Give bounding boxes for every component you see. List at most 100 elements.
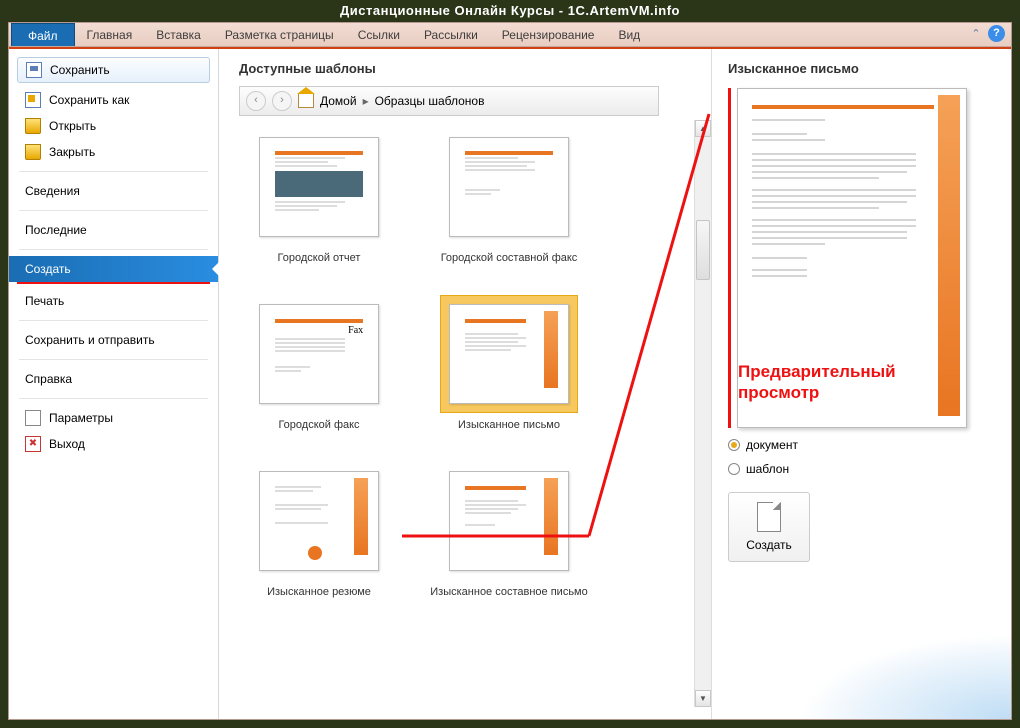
divider (19, 210, 208, 211)
tab-review[interactable]: Рецензирование (490, 23, 607, 46)
help-icon[interactable]: ? (988, 25, 1005, 42)
templates-heading: Доступные шаблоны (239, 61, 711, 76)
template-item-fax[interactable]: Fax Городской факс (239, 295, 399, 432)
save-send-label: Сохранить и отправить (25, 333, 155, 347)
scroll-down-button[interactable]: ▼ (695, 690, 711, 707)
preview-image: Предварительный просмотр (737, 88, 967, 428)
exit-label: Выход (49, 437, 85, 451)
template-item-compound-fax[interactable]: Городской составной факс (429, 128, 589, 265)
tab-page-layout[interactable]: Разметка страницы (213, 23, 346, 46)
template-label: Изысканное письмо (458, 419, 560, 432)
folder-close-icon (25, 144, 41, 160)
exit-icon (25, 436, 41, 452)
save-label: Сохранить (50, 63, 110, 77)
divider (19, 320, 208, 321)
radio-document[interactable]: документ (728, 438, 995, 452)
orange-stripe-icon (544, 478, 558, 554)
radio-template[interactable]: шаблон (728, 462, 995, 476)
tab-view[interactable]: Вид (606, 23, 652, 46)
close-document-button[interactable]: Закрыть (9, 139, 218, 165)
options-icon (25, 410, 41, 426)
app-title: Дистанционные Онлайн Курсы - 1C.ArtemVM.… (340, 3, 680, 18)
nav-back-button[interactable]: ‹ (246, 91, 266, 111)
fax-text: Fax (275, 325, 363, 336)
preview-frame: Предварительный просмотр (728, 88, 995, 428)
radio-unchecked-icon (728, 463, 740, 475)
info-label: Сведения (25, 184, 80, 198)
save-icon (26, 62, 42, 78)
template-item-letter[interactable]: Изысканное письмо (429, 295, 589, 432)
divider (19, 171, 208, 172)
template-thumbnail (449, 304, 569, 404)
orange-stripe-icon (354, 478, 368, 554)
scroll-up-button[interactable]: ▲ (695, 120, 711, 137)
save-button[interactable]: Сохранить (17, 57, 210, 83)
sidebar-item-new[interactable]: Создать (9, 256, 218, 282)
template-thumbnail: Fax (259, 304, 379, 404)
template-thumbnail (449, 137, 569, 237)
save-as-label: Сохранить как (49, 93, 129, 107)
open-button[interactable]: Открыть (9, 113, 218, 139)
save-as-button[interactable]: Сохранить как (9, 87, 218, 113)
chevron-right-icon: ▸ (363, 94, 369, 108)
create-label: Создать (746, 538, 792, 552)
create-button[interactable]: Создать (728, 492, 810, 562)
template-label: Городской факс (278, 419, 359, 432)
template-label: Изысканное резюме (267, 586, 371, 599)
template-grid: Городской отчет Городской составной фа (239, 120, 669, 620)
home-icon[interactable] (298, 94, 314, 108)
backstage-sidebar: Сохранить Сохранить как Открыть Закрыть … (9, 49, 219, 719)
template-thumbnail (449, 471, 569, 571)
ribbon-tabs: Файл Главная Вставка Разметка страницы С… (9, 23, 1011, 47)
help-label: Справка (25, 372, 72, 386)
breadcrumb-current[interactable]: Образцы шаблонов (375, 94, 485, 108)
annotation-overlay-text: Предварительный просмотр (737, 362, 966, 403)
template-item-report[interactable]: Городской отчет (239, 128, 399, 265)
os-title-bar: Дистанционные Онлайн Курсы - 1C.ArtemVM.… (0, 0, 1020, 22)
sidebar-item-options[interactable]: Параметры (9, 405, 218, 431)
preview-pane: Изысканное письмо (711, 49, 1011, 719)
sidebar-item-info[interactable]: Сведения (9, 178, 218, 204)
breadcrumb: ‹ › Домой ▸ Образцы шаблонов (239, 86, 659, 116)
radio-document-label: документ (746, 438, 798, 452)
divider (19, 359, 208, 360)
options-label: Параметры (49, 411, 113, 425)
radio-template-label: шаблон (746, 462, 789, 476)
tab-references[interactable]: Ссылки (346, 23, 412, 46)
template-label: Городской отчет (278, 252, 361, 265)
breadcrumb-home[interactable]: Домой (320, 94, 357, 108)
app-window: Файл Главная Вставка Разметка страницы С… (8, 22, 1012, 720)
template-label: Изысканное составное письмо (430, 586, 587, 599)
tab-home[interactable]: Главная (75, 23, 145, 46)
print-label: Печать (25, 294, 64, 308)
sidebar-item-help[interactable]: Справка (9, 366, 218, 392)
tab-mailings[interactable]: Рассылки (412, 23, 490, 46)
sidebar-item-print[interactable]: Печать (9, 288, 218, 314)
templates-panel: Доступные шаблоны ‹ › Домой ▸ Образцы ша… (219, 49, 711, 719)
scroll-thumb[interactable] (696, 220, 710, 280)
template-label: Городской составной факс (441, 252, 578, 265)
open-label: Открыть (49, 119, 96, 133)
save-as-icon (25, 92, 41, 108)
tab-file[interactable]: Файл (11, 23, 75, 46)
sidebar-item-save-send[interactable]: Сохранить и отправить (9, 327, 218, 353)
template-thumbnail (259, 471, 379, 571)
radio-checked-icon (728, 439, 740, 451)
scrollbar-vertical[interactable]: ▲ ▼ (694, 120, 711, 707)
template-item-compound-letter[interactable]: Изысканное составное письмо (429, 462, 589, 599)
annotation-underline (17, 282, 210, 284)
template-scroll-area: Городской отчет Городской составной фа (239, 120, 711, 707)
preview-title: Изысканное письмо (728, 61, 995, 76)
new-label: Создать (25, 262, 71, 276)
document-icon (757, 502, 781, 532)
divider (19, 249, 208, 250)
ribbon-minimize-icon[interactable]: ⌃ (968, 26, 984, 42)
nav-forward-button[interactable]: › (272, 91, 292, 111)
sidebar-item-recent[interactable]: Последние (9, 217, 218, 243)
close-label: Закрыть (49, 145, 95, 159)
sidebar-item-exit[interactable]: Выход (9, 431, 218, 457)
backstage-main: Доступные шаблоны ‹ › Домой ▸ Образцы ша… (219, 49, 1011, 719)
orange-stripe-icon (544, 311, 558, 387)
tab-insert[interactable]: Вставка (144, 23, 213, 46)
template-item-resume[interactable]: Изысканное резюме (239, 462, 399, 599)
